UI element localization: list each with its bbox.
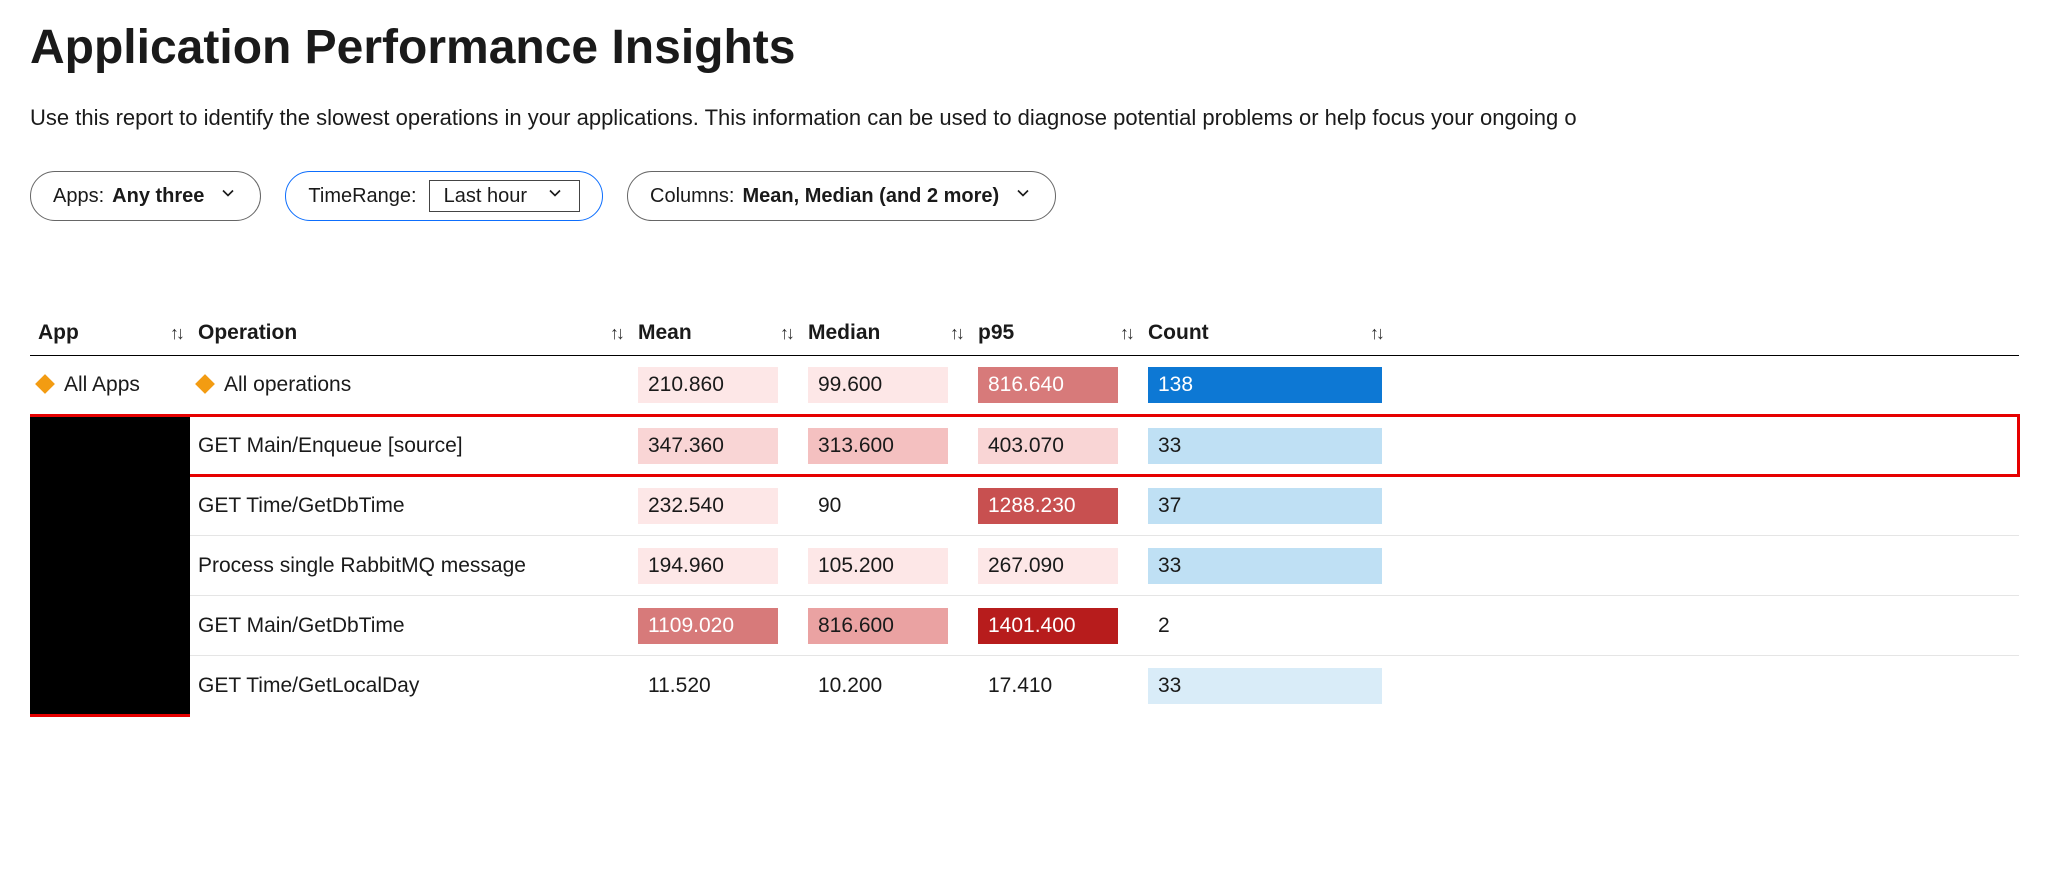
- p95-value: 17.410: [978, 668, 1118, 704]
- median-value: 313.600: [808, 428, 948, 464]
- column-header-p95[interactable]: p95 ↑↓: [970, 311, 1140, 356]
- filter-columns-label: Columns:: [650, 185, 734, 208]
- summary-mean-value: 210.860: [638, 367, 778, 403]
- column-header-mean-label: Mean: [638, 321, 692, 345]
- sort-indicator-icon: ↑↓: [780, 323, 792, 344]
- p95-value: 403.070: [978, 428, 1118, 464]
- p95-value: 1288.230: [978, 488, 1118, 524]
- mean-value: 1109.020: [638, 608, 778, 644]
- page-title: Application Performance Insights: [30, 20, 2020, 75]
- table-header-row: App ↑↓ Operation ↑↓ Mean ↑↓ Median: [30, 311, 2019, 356]
- filter-apps-value: Any three: [112, 185, 204, 208]
- chevron-down-icon: [545, 183, 565, 209]
- sort-indicator-icon: ↑↓: [1120, 323, 1132, 344]
- summary-row[interactable]: All Apps All operations 210.860 99.600 8…: [30, 356, 2019, 416]
- column-header-median-label: Median: [808, 321, 880, 345]
- filter-timerange[interactable]: TimeRange: Last hour: [285, 171, 603, 221]
- sort-indicator-icon: ↑↓: [610, 323, 622, 344]
- operation-cell: GET Time/GetDbTime: [190, 476, 630, 536]
- column-header-median[interactable]: Median ↑↓: [800, 311, 970, 356]
- operation-cell: GET Main/Enqueue [source]: [190, 416, 630, 476]
- chevron-down-icon: [218, 183, 238, 209]
- count-value: 2: [1148, 608, 1382, 644]
- diamond-icon: [195, 374, 215, 394]
- filter-timerange-label: TimeRange:: [308, 185, 416, 208]
- median-value: 90: [808, 488, 948, 524]
- filter-timerange-value: Last hour: [444, 185, 527, 208]
- mean-value: 347.360: [638, 428, 778, 464]
- summary-p95-value: 816.640: [978, 367, 1118, 403]
- filter-timerange-select[interactable]: Last hour: [429, 180, 580, 212]
- sort-indicator-icon: ↑↓: [170, 323, 182, 344]
- filter-columns-value: Mean, Median (and 2 more): [742, 185, 999, 208]
- count-value: 33: [1148, 668, 1382, 704]
- column-header-operation[interactable]: Operation ↑↓: [190, 311, 630, 356]
- summary-operation-cell: All operations: [190, 356, 630, 416]
- median-value: 105.200: [808, 548, 948, 584]
- count-value: 33: [1148, 548, 1382, 584]
- column-header-mean[interactable]: Mean ↑↓: [630, 311, 800, 356]
- filters-bar: Apps: Any three TimeRange: Last hour Col…: [30, 171, 2020, 221]
- p95-value: 1401.400: [978, 608, 1118, 644]
- sort-indicator-icon: ↑↓: [1370, 323, 1382, 344]
- filter-columns[interactable]: Columns: Mean, Median (and 2 more): [627, 171, 1056, 221]
- table-row[interactable]: GET Time/GetLocalDay11.520 10.200 17.410 33: [30, 656, 2019, 716]
- summary-operation-label: All operations: [224, 373, 351, 396]
- app-group-block: [30, 417, 190, 714]
- column-header-app-label: App: [38, 321, 79, 345]
- summary-median-value: 99.600: [808, 367, 948, 403]
- diamond-icon: [35, 374, 55, 394]
- column-header-app[interactable]: App ↑↓: [30, 311, 190, 356]
- table-row[interactable]: GET Main/GetDbTime1109.020 816.600 1401.40…: [30, 596, 2019, 656]
- operation-cell: GET Main/GetDbTime: [190, 596, 630, 656]
- page-description: Use this report to identify the slowest …: [30, 105, 2020, 131]
- column-header-count[interactable]: Count ↑↓: [1140, 311, 1390, 356]
- filter-apps-label: Apps:: [53, 185, 104, 208]
- mean-value: 232.540: [638, 488, 778, 524]
- median-value: 816.600: [808, 608, 948, 644]
- performance-table: App ↑↓ Operation ↑↓ Mean ↑↓ Median: [30, 311, 2020, 717]
- mean-value: 11.520: [638, 668, 778, 704]
- table-row[interactable]: Process single RabbitMQ message194.960 10…: [30, 536, 2019, 596]
- table-row[interactable]: GET Main/Enqueue [source]347.360 313.600 4…: [30, 416, 2019, 476]
- chevron-down-icon: [1013, 183, 1033, 209]
- summary-app-label: All Apps: [64, 373, 140, 396]
- table-row[interactable]: GET Time/GetDbTime232.540 90 1288.230 37: [30, 476, 2019, 536]
- summary-count-value: 138: [1148, 367, 1382, 403]
- p95-value: 267.090: [978, 548, 1118, 584]
- column-header-count-label: Count: [1148, 321, 1209, 345]
- summary-app-cell: All Apps: [30, 356, 190, 416]
- count-value: 33: [1148, 428, 1382, 464]
- operation-cell: Process single RabbitMQ message: [190, 536, 630, 596]
- filter-apps[interactable]: Apps: Any three: [30, 171, 261, 221]
- sort-indicator-icon: ↑↓: [950, 323, 962, 344]
- count-value: 37: [1148, 488, 1382, 524]
- operation-cell: GET Time/GetLocalDay: [190, 656, 630, 716]
- median-value: 10.200: [808, 668, 948, 704]
- column-header-operation-label: Operation: [198, 321, 297, 345]
- mean-value: 194.960: [638, 548, 778, 584]
- column-header-p95-label: p95: [978, 321, 1014, 345]
